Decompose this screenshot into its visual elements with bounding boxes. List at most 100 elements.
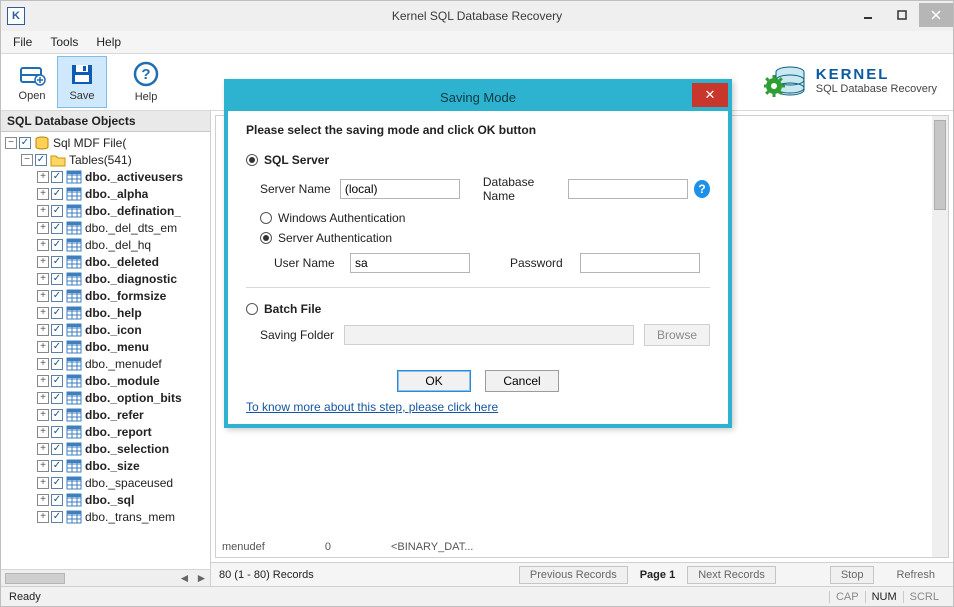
tree-item[interactable]: +dbo._selection [5, 440, 210, 457]
pager-bar: 80 (1 - 80) Records Previous Records Pag… [211, 562, 953, 586]
table-icon [66, 391, 82, 405]
hscroll-left-icon[interactable]: ◄ [176, 571, 193, 586]
minimize-button[interactable] [851, 3, 885, 27]
tree-item[interactable]: +dbo._formsize [5, 287, 210, 304]
tree-item[interactable]: +dbo._defination_ [5, 202, 210, 219]
windows-auth-label: Windows Authentication [278, 211, 405, 225]
table-icon [66, 187, 82, 201]
ok-button[interactable]: OK [397, 370, 471, 392]
hscroll-thumb[interactable] [5, 573, 65, 584]
save-label: Save [69, 90, 94, 102]
close-icon: ✕ [705, 87, 716, 103]
server-auth-radio[interactable]: Server Authentication [260, 231, 710, 245]
tree-item[interactable]: +dbo._menu [5, 338, 210, 355]
menu-help[interactable]: Help [96, 35, 121, 49]
dialog-close-button[interactable]: ✕ [692, 83, 728, 107]
username-input[interactable] [350, 253, 470, 273]
title-bar: K Kernel SQL Database Recovery [1, 1, 953, 31]
status-cap: CAP [829, 591, 865, 603]
table-icon [66, 425, 82, 439]
learn-more-link[interactable]: To know more about this step, please cli… [246, 400, 498, 414]
cancel-button[interactable]: Cancel [485, 370, 559, 392]
tree-item[interactable]: +dbo._option_bits [5, 389, 210, 406]
brand: KERNEL SQL Database Recovery [764, 58, 937, 102]
table-icon [66, 476, 82, 490]
tree-item[interactable]: +dbo._del_dts_em [5, 219, 210, 236]
peek-c1: menudef [222, 541, 265, 553]
menu-bar: File Tools Help [1, 31, 953, 53]
app-window: K Kernel SQL Database Recovery File Tool… [0, 0, 954, 607]
save-button[interactable]: Save [57, 56, 107, 108]
tree-tables[interactable]: −Tables(541) [5, 151, 210, 168]
refresh-button[interactable]: Refresh [886, 567, 945, 583]
tree-item[interactable]: +dbo._report [5, 423, 210, 440]
help-icon: ? [132, 61, 160, 90]
hscroll-right-icon[interactable]: ► [193, 571, 210, 586]
server-name-input[interactable] [340, 179, 460, 199]
table-icon [66, 221, 82, 235]
object-tree[interactable]: −Sql MDF File(−Tables(541)+dbo._activeus… [1, 132, 210, 569]
brand-name: KERNEL [816, 66, 937, 83]
db-help-icon[interactable]: ? [694, 180, 710, 198]
tree-item[interactable]: +dbo._alpha [5, 185, 210, 202]
browse-button: Browse [644, 324, 710, 346]
records-summary: 80 (1 - 80) Records [219, 569, 314, 581]
table-icon [66, 323, 82, 337]
open-icon [18, 62, 46, 89]
tree-item[interactable]: +dbo._diagnostic [5, 270, 210, 287]
server-auth-label: Server Authentication [278, 231, 392, 245]
prev-records-button[interactable]: Previous Records [519, 566, 628, 584]
database-name-input[interactable] [568, 179, 688, 199]
windows-auth-radio[interactable]: Windows Authentication [260, 211, 710, 225]
maximize-button[interactable] [885, 3, 919, 27]
menu-tools[interactable]: Tools [50, 35, 78, 49]
tree-item[interactable]: +dbo._sql [5, 491, 210, 508]
tree-item[interactable]: +dbo._help [5, 304, 210, 321]
stop-button[interactable]: Stop [830, 566, 875, 584]
status-ready: Ready [9, 591, 41, 603]
tree-item[interactable]: +dbo._activeusers [5, 168, 210, 185]
close-button[interactable] [919, 3, 953, 27]
vscroll-thumb[interactable] [934, 120, 946, 210]
tree-item[interactable]: +dbo._del_hq [5, 236, 210, 253]
table-icon [66, 272, 82, 286]
tree-item[interactable]: +dbo._icon [5, 321, 210, 338]
open-button[interactable]: Open [7, 56, 57, 108]
save-icon [68, 62, 96, 89]
left-panel: SQL Database Objects −Sql MDF File(−Tabl… [1, 111, 211, 586]
tree-item[interactable]: +dbo._deleted [5, 253, 210, 270]
table-icon [66, 238, 82, 252]
dialog-title: Saving Mode [440, 90, 516, 105]
password-input[interactable] [580, 253, 700, 273]
tree-item[interactable]: +dbo._refer [5, 406, 210, 423]
tree-item[interactable]: +dbo._size [5, 457, 210, 474]
next-records-button[interactable]: Next Records [687, 566, 776, 584]
page-indicator: Page 1 [640, 569, 675, 581]
help-label: Help [135, 91, 158, 103]
sql-server-radio[interactable]: SQL Server [246, 153, 710, 167]
table-icon [66, 255, 82, 269]
batch-file-radio[interactable]: Batch File [246, 302, 710, 316]
database-icon [34, 136, 50, 150]
peek-c3: <BINARY_DAT... [391, 541, 473, 553]
tree-item[interactable]: +dbo._module [5, 372, 210, 389]
batch-file-label: Batch File [264, 302, 321, 316]
menu-file[interactable]: File [13, 35, 32, 49]
window-controls [851, 6, 953, 27]
saving-folder-input [344, 325, 634, 345]
grid-vscrollbar[interactable] [932, 116, 948, 557]
username-label: User Name [274, 256, 350, 270]
table-icon [66, 340, 82, 354]
svg-text:?: ? [141, 66, 150, 83]
tree-root[interactable]: −Sql MDF File( [5, 134, 210, 151]
database-name-label: Database Name [483, 175, 568, 203]
radio-icon [246, 303, 258, 315]
peek-c2: 0 [325, 541, 331, 553]
tree-item[interactable]: +dbo._menudef [5, 355, 210, 372]
table-icon [66, 357, 82, 371]
tree-hscrollbar[interactable]: ◄ ► [1, 569, 210, 586]
help-button[interactable]: ? Help [121, 56, 171, 108]
tree-item[interactable]: +dbo._trans_mem [5, 508, 210, 525]
table-icon [66, 493, 82, 507]
tree-item[interactable]: +dbo._spaceused [5, 474, 210, 491]
